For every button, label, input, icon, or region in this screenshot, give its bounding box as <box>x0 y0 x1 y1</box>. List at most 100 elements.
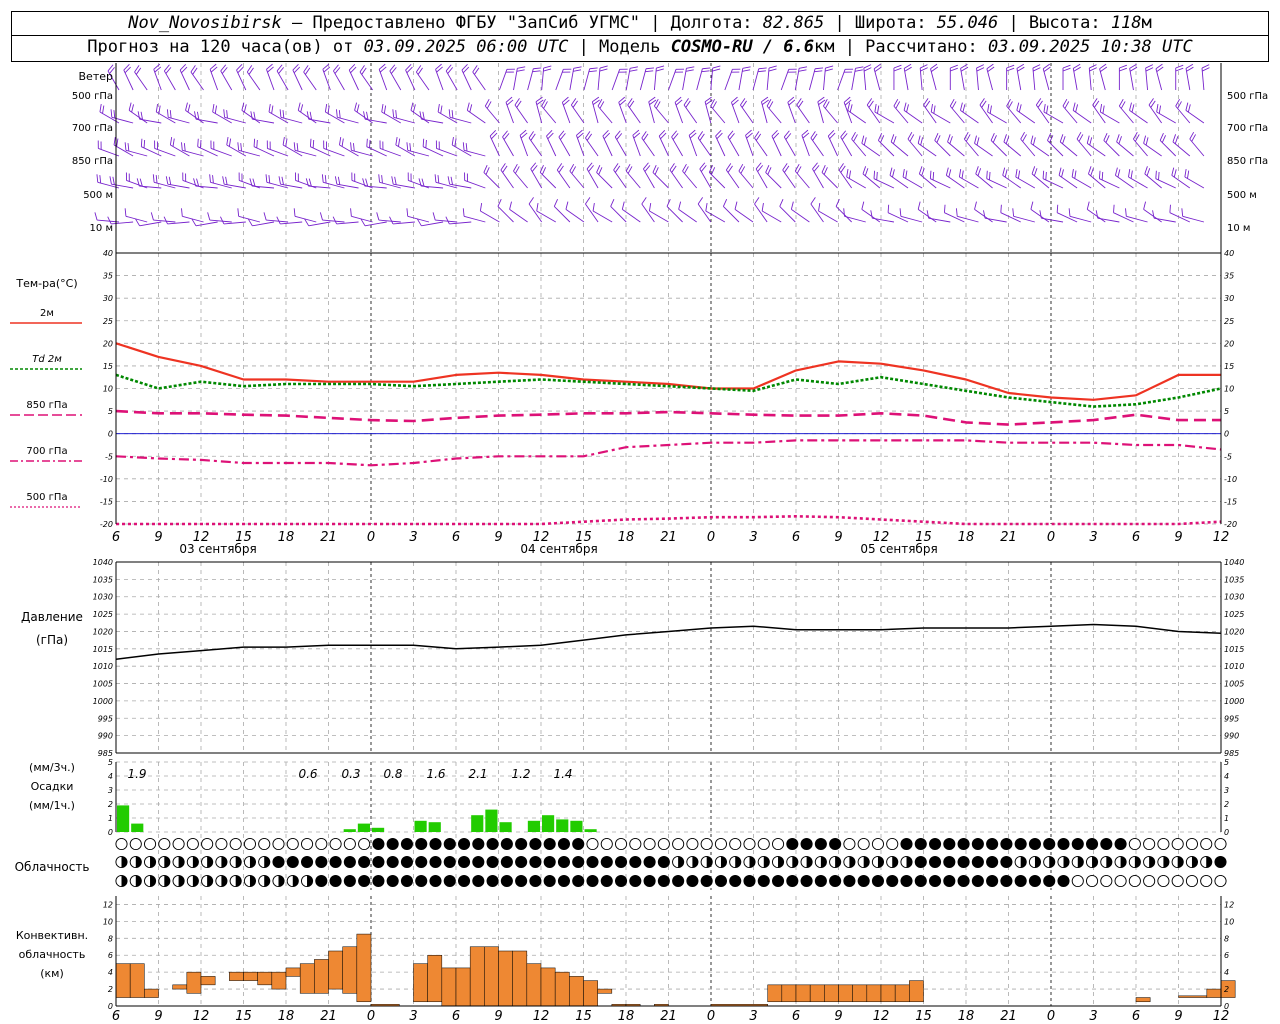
y-tick-label: 15 <box>103 362 113 371</box>
wind-barb-feather <box>187 104 191 113</box>
cloud-cover-symbol <box>928 874 942 888</box>
precip-bar <box>343 829 356 832</box>
wind-barb-shaft <box>818 210 838 223</box>
cloud-cover-fill <box>235 856 242 868</box>
cloud-cover-symbol <box>358 855 371 869</box>
cloud-cover-fill <box>1191 856 1198 868</box>
cloud-cover-symbol <box>1014 837 1027 851</box>
wind-barb-feather <box>1006 64 1015 69</box>
wind-barb-feather <box>223 109 226 118</box>
x-tick-label: 9 <box>154 1009 162 1024</box>
wind-level-10m: 10 м <box>90 223 113 234</box>
cloud-cover-symbol <box>843 874 856 888</box>
wind-barb-feather <box>974 201 977 210</box>
wind-barb-shaft <box>336 183 359 189</box>
y-tick-label: 20 <box>1224 339 1234 348</box>
wind-barb-feather <box>1090 168 1094 176</box>
wind-barb-feather <box>228 138 232 147</box>
cloud-cover-fill <box>749 856 756 868</box>
wind-barb-shaft <box>1129 68 1134 91</box>
cloud-cover-fill <box>1177 856 1184 868</box>
wind-barb-feather <box>150 212 154 221</box>
cloud-cover-fill <box>135 856 142 868</box>
wind-barb-feather <box>131 104 135 113</box>
wind-barb-shaft <box>1133 138 1148 157</box>
y-tick-label: 1005 <box>1224 680 1244 689</box>
wind-barb-shaft <box>801 135 810 157</box>
cloud-cover-symbol <box>586 855 599 869</box>
wind-barb-shaft <box>614 136 627 157</box>
wind-barb-feather <box>350 142 352 151</box>
precip-bar <box>357 823 370 832</box>
wind-barb-feather <box>585 197 591 205</box>
wind-barb-feather <box>419 111 422 120</box>
cloud-cover-symbol <box>1057 837 1070 851</box>
wind-barb-shaft <box>780 69 790 91</box>
y-tick-label: 1020 <box>93 627 113 636</box>
x-tick-label: 15 <box>575 1009 592 1024</box>
x-tick-label: 12 <box>193 530 210 545</box>
precip-bar <box>570 820 583 832</box>
cloud-cover-symbol <box>829 837 842 851</box>
wind-barb-feather <box>754 197 760 205</box>
wind-barb-feather <box>1169 204 1171 213</box>
wind-barb-feather <box>406 208 409 217</box>
wind-barb-feather <box>212 104 215 113</box>
wind-barb-feather <box>422 138 425 147</box>
cloud-cover-symbol <box>400 837 414 851</box>
cloud-cover-symbol <box>586 837 599 851</box>
wind-barb-feather <box>1181 208 1184 217</box>
cloud-cover-symbol <box>886 874 899 888</box>
wind-barb-feather <box>339 137 342 146</box>
wind-barb-shaft <box>168 116 190 124</box>
wind-barb-feather <box>128 102 132 111</box>
cloud-cover-symbol <box>971 855 984 869</box>
wind-barb-feather <box>285 138 288 147</box>
wind-barb-shaft <box>734 209 754 223</box>
wind-barb-feather <box>183 143 186 152</box>
wind-barb-feather <box>992 135 997 143</box>
wind-barb-shaft <box>1155 178 1176 189</box>
conv-cloud-bar <box>229 971 244 981</box>
wind-barb-shaft <box>591 101 599 124</box>
wind-barb-feather <box>961 170 964 179</box>
cloud-cover-symbol <box>600 855 613 869</box>
y-tick-label: -5 <box>1224 452 1232 461</box>
cloud-cover-symbol <box>529 837 542 851</box>
cloud-cover-fill <box>207 856 213 868</box>
wind-barb-feather <box>1156 104 1159 113</box>
y-tick-label: 0 <box>108 828 113 837</box>
wind-barb-shaft <box>364 221 387 227</box>
wind-barb-shaft <box>682 170 698 189</box>
wind-barb-shaft <box>392 221 415 225</box>
wind-barb-feather <box>99 175 102 184</box>
wind-barb-feather <box>124 142 127 151</box>
cloud-cover-symbols <box>115 837 1227 888</box>
wind-barb-feather <box>282 137 285 146</box>
cloud-cover-symbol <box>515 874 528 888</box>
wind-barb-feather <box>1032 67 1041 72</box>
wind-barb-shaft <box>1155 68 1163 91</box>
y-tick-label: 0 <box>1224 430 1229 439</box>
wind-barb-feather <box>655 68 664 72</box>
cloud-cover-symbol <box>457 837 471 851</box>
cloud-cover-symbol <box>900 874 913 888</box>
cloud-cover-symbol <box>1071 837 1084 851</box>
wind-barb-feather <box>253 138 256 147</box>
wind-barb-feather <box>1115 167 1118 176</box>
cloud-cover-symbol <box>515 837 528 851</box>
wind-barb-feather <box>293 208 296 217</box>
wind-barb-feather <box>271 105 274 114</box>
x-tick-label: 18 <box>618 1009 635 1024</box>
cloud-cover-fill <box>235 875 242 887</box>
wind-barb-feather <box>976 64 984 69</box>
wind-barb-shaft <box>928 217 951 223</box>
wind-barb-shaft <box>771 135 782 157</box>
wind-barb-feather <box>929 170 932 179</box>
precip-bar <box>527 820 540 832</box>
wind-barb-feather <box>381 104 384 113</box>
wind-barb-feather <box>1201 64 1210 69</box>
x-tick-label: 9 <box>1174 530 1182 545</box>
cloud-cover-symbol <box>943 855 956 869</box>
wind-barb-shaft <box>808 68 816 91</box>
